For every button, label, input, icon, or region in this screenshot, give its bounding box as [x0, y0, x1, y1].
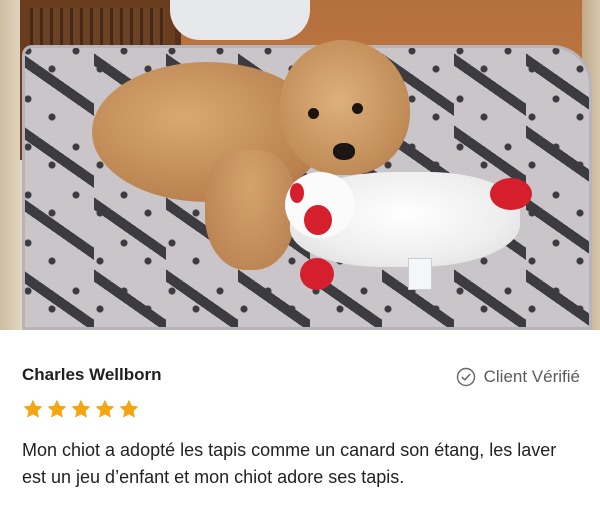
- review-card: Charles Wellborn Client Vérifié Mon chio…: [0, 0, 600, 509]
- toy-red-detail: [290, 183, 304, 203]
- review-text: Mon chiot a adopté les tapis comme un ca…: [22, 440, 557, 487]
- star-icon: [119, 399, 139, 418]
- reviewer-name: Charles Wellborn: [22, 365, 162, 384]
- rating-stars: [22, 398, 140, 420]
- toy-red-detail: [300, 258, 334, 290]
- verified-badge: Client Vérifié: [456, 367, 580, 387]
- toy-tag: [408, 258, 432, 290]
- photo-left-edge: [0, 0, 22, 330]
- review-photo[interactable]: [0, 0, 600, 330]
- puppy-eye-right: [352, 103, 363, 114]
- cloth: [170, 0, 310, 40]
- puppy-nose: [333, 143, 355, 160]
- star-icon: [95, 399, 115, 418]
- toy-red-detail: [304, 205, 332, 235]
- puppy-leg: [205, 150, 295, 270]
- puppy-eye-left: [308, 108, 319, 119]
- star-icon: [47, 399, 67, 418]
- check-circle-icon: [456, 367, 475, 387]
- star-icon: [71, 399, 91, 418]
- verified-label: Client Vérifié: [483, 367, 580, 386]
- toy-red-detail: [490, 178, 532, 210]
- star-icon: [23, 399, 43, 418]
